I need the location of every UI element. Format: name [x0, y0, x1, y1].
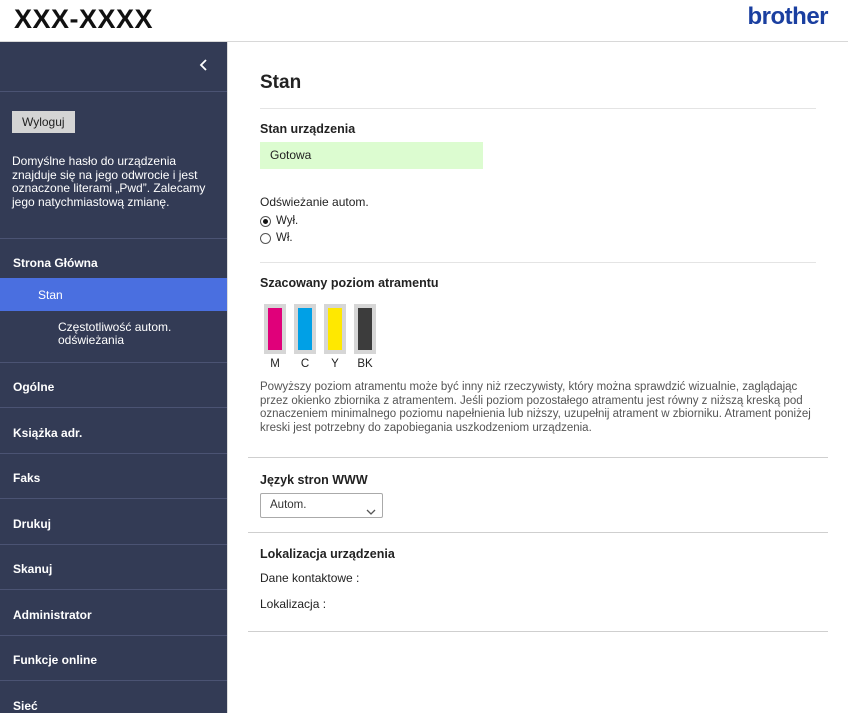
language-select-value: Autom. [270, 499, 307, 511]
chevron-left-icon[interactable] [197, 56, 211, 74]
auto-refresh-label: Odświeżanie autom. [260, 195, 369, 209]
sidebar-item-fax[interactable]: Faks [13, 471, 40, 485]
password-note: Domyślne hasło do urządzenia znajduje si… [12, 154, 206, 209]
main-content: Stan Stan urządzenia Gotowa Odświeżanie … [227, 42, 848, 713]
sidebar-item-refresh-frequency[interactable]: Częstotliwość autom. odświeżania [58, 321, 208, 347]
sidebar-item-label: Stan [38, 288, 63, 302]
divider [0, 498, 227, 499]
sidebar-item-address-book[interactable]: Książka adr. [13, 426, 82, 440]
sidebar-item-general[interactable]: Ogólne [13, 380, 54, 394]
divider [0, 407, 227, 408]
auto-refresh-on-option[interactable]: Wł. [260, 231, 293, 245]
divider [260, 108, 816, 109]
ink-label-yellow: Y [331, 358, 339, 370]
ink-cartridge-magenta [264, 304, 286, 354]
divider [0, 91, 227, 92]
contact-label: Dane kontaktowe : [260, 571, 360, 585]
ink-label-magenta: M [270, 358, 280, 370]
ink-level-title: Szacowany poziom atramentu [260, 276, 439, 290]
ink-label-cyan: C [300, 358, 310, 370]
sidebar-item-online-functions[interactable]: Funkcje online [13, 653, 97, 667]
ink-fill-cyan [298, 308, 312, 350]
radio-off[interactable] [260, 215, 271, 227]
page-header: XXX-XXXX brother [0, 0, 848, 42]
divider [248, 532, 828, 533]
divider [260, 262, 816, 263]
ink-cartridge-yellow [324, 304, 346, 354]
device-status-title: Stan urządzenia [260, 122, 356, 136]
auto-refresh-off-option[interactable]: Wył. [260, 214, 298, 228]
divider [0, 238, 227, 239]
radio-on-label: Wł. [276, 232, 293, 244]
ink-fill-black [358, 308, 372, 350]
ink-cartridge-black [354, 304, 376, 354]
brand-logo: brother [747, 3, 829, 30]
sidebar-item-print[interactable]: Drukuj [13, 517, 51, 531]
ink-level-note: Powyższy poziom atramentu może być inny … [260, 381, 811, 434]
divider [248, 457, 828, 458]
divider [0, 453, 227, 454]
ink-label-black: BK [357, 358, 373, 370]
language-title: Język stron WWW [260, 473, 368, 487]
divider [0, 589, 227, 590]
ink-fill-magenta [268, 308, 282, 350]
divider [0, 544, 227, 545]
divider [0, 362, 227, 363]
model-name: XXX-XXXX [14, 4, 154, 34]
sidebar-item-network[interactable]: Sieć [13, 699, 38, 713]
logout-button[interactable]: Wyloguj [12, 111, 75, 133]
page-title: Stan [260, 72, 302, 93]
ink-fill-yellow [328, 308, 342, 350]
divider [0, 680, 227, 681]
radio-on[interactable] [260, 232, 271, 244]
divider [0, 635, 227, 636]
sidebar-item-administrator[interactable]: Administrator [13, 608, 92, 622]
sidebar-item-status[interactable]: Stan [0, 278, 227, 311]
sidebar-item-home[interactable]: Strona Główna [13, 256, 98, 270]
divider [248, 631, 828, 632]
sidebar-item-scan[interactable]: Skanuj [13, 562, 52, 576]
radio-off-label: Wył. [276, 215, 299, 227]
status-badge: Gotowa [260, 142, 483, 169]
ink-cartridge-cyan [294, 304, 316, 354]
device-location-title: Lokalizacja urządzenia [260, 547, 395, 561]
chevron-down-icon [366, 502, 376, 525]
sidebar: Wyloguj Domyślne hasło do urządzenia zna… [0, 42, 227, 713]
location-label: Lokalizacja : [260, 597, 327, 611]
language-select[interactable]: Autom. [260, 493, 383, 518]
